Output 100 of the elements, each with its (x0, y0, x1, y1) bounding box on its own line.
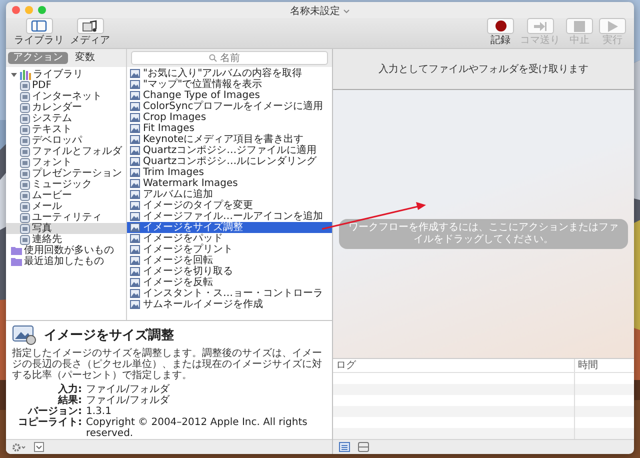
library-button[interactable] (26, 18, 52, 34)
record-icon (494, 20, 506, 32)
action-item[interactable]: "マップ"で位置情報を表示 (127, 79, 332, 90)
library-item[interactable]: カレンダー (6, 102, 126, 113)
action-item[interactable]: Keynoteにメディア項目を書き出す (127, 134, 332, 145)
action-item[interactable]: Change Type of Images (127, 90, 332, 101)
stop-icon (574, 20, 585, 32)
action-item[interactable]: アルバムに追加 (127, 189, 332, 200)
field-value: ファイル/フォルダ (86, 384, 171, 395)
library-item[interactable]: 連絡先 (6, 234, 126, 245)
library-item[interactable]: ミュージック (6, 179, 126, 190)
action-item[interactable]: イメージのタイプを変更 (127, 200, 332, 211)
image-icon (130, 256, 140, 265)
gear-icon[interactable] (12, 442, 26, 452)
field-label: バージョン: (26, 406, 82, 417)
image-icon (130, 245, 140, 254)
smart-folder-icon (11, 257, 22, 266)
action-item[interactable]: Quartzコンポジシ…ルにレンダリング (127, 156, 332, 167)
field-value: Copyright © 2004–2012 Apple Inc. All rights reserved. (86, 417, 308, 439)
resize-image-icon (12, 325, 36, 345)
image-icon (130, 234, 140, 243)
library-item[interactable]: テキスト (6, 124, 126, 135)
action-item[interactable]: Crop Images (127, 112, 332, 123)
library-item[interactable]: ファイルとフォルダ (6, 146, 126, 157)
image-icon (130, 113, 140, 122)
image-icon (130, 300, 140, 309)
disclosure-triangle-icon[interactable] (11, 72, 17, 78)
window-title[interactable]: 名称未設定 (290, 4, 340, 18)
library-item[interactable]: ムービー (6, 190, 126, 201)
action-item[interactable]: イメージを切り取る (127, 266, 332, 277)
image-icon (130, 223, 140, 232)
library-item[interactable]: ライブラリ (6, 69, 126, 80)
action-item[interactable]: イメージをサイズ調整 (127, 222, 332, 233)
field-label: コピーライト: (17, 417, 82, 430)
play-icon (608, 20, 618, 32)
search-field[interactable]: 名前 (131, 51, 328, 65)
action-item[interactable]: サムネールイメージを作成 (127, 299, 332, 310)
library-item[interactable]: メール (6, 201, 126, 212)
split-view-icon[interactable] (358, 442, 369, 452)
library-item[interactable]: インターネット (6, 91, 126, 102)
chevron-icon[interactable] (343, 8, 350, 14)
image-icon (130, 278, 140, 287)
library-item[interactable]: プレゼンテーション (6, 168, 126, 179)
image-icon (130, 135, 140, 144)
step-icon (533, 20, 547, 32)
smart-folder-icon (11, 246, 22, 255)
column-header[interactable]: ログ (333, 359, 575, 372)
record-label: 記録 (490, 35, 510, 46)
action-item[interactable]: Watermark Images (127, 178, 332, 189)
action-item[interactable]: イメージを回転 (127, 255, 332, 266)
image-icon (130, 102, 140, 111)
sidebar-icon (31, 20, 47, 32)
action-item[interactable]: イメージをプリント (127, 244, 332, 255)
list-view-icon[interactable] (339, 442, 350, 452)
field-value: ファイル/フォルダ (86, 395, 171, 406)
field-label: 結果: (58, 395, 82, 406)
image-icon (130, 124, 140, 133)
action-item[interactable]: Trim Images (127, 167, 332, 178)
music-note-icon (82, 20, 98, 32)
image-icon (130, 267, 140, 276)
action-description: 指定したイメージのサイズを調整します。調整後のサイズは、イメージの長辺の長さ（ピクセル単位）、または現在のイメージサイズに対する比率（パーセント）で指定します。 (12, 348, 323, 381)
search-input[interactable]: 名前 (220, 52, 250, 64)
media-button[interactable] (76, 18, 104, 34)
action-item[interactable]: イメージファイル…ールアイコンを追加 (127, 211, 332, 222)
image-icon (130, 289, 140, 298)
library-item[interactable]: 写真 (6, 223, 126, 234)
media-label: メディア (70, 35, 110, 46)
image-icon (130, 91, 140, 100)
zoom-button[interactable] (38, 6, 46, 14)
column-header[interactable]: 時間 (575, 359, 634, 372)
action-item[interactable]: Quartzコンポジシ…ジファイルに適用 (127, 145, 332, 156)
library-icon (20, 70, 31, 80)
library-item[interactable]: フォント (6, 157, 126, 168)
library-item[interactable]: PDF (6, 80, 126, 91)
close-button[interactable] (12, 6, 20, 14)
image-icon (130, 179, 140, 188)
library-item[interactable]: ユーティリティ (6, 212, 126, 223)
tab[interactable]: 変数 (70, 52, 100, 64)
search-icon (209, 54, 217, 62)
image-icon (130, 80, 140, 89)
collapse-icon[interactable] (34, 442, 44, 452)
action-item[interactable]: "お気に入り"アルバムの内容を取得 (127, 68, 332, 79)
library-item[interactable]: デベロッパ (6, 135, 126, 146)
action-item[interactable]: インスタント・ス…ョー・コントローラ (127, 288, 332, 299)
action-item[interactable]: ColorSyncプロフールをイメージに適用 (127, 101, 332, 112)
field-label: 入力: (58, 384, 82, 395)
image-icon (130, 168, 140, 177)
image-icon (130, 146, 140, 155)
field-value: 1.3.1 (86, 406, 112, 417)
library-item[interactable]: 最近追加したもの (6, 256, 126, 267)
image-icon (130, 190, 140, 199)
record-button[interactable] (487, 18, 514, 34)
action-item[interactable]: Fit Images (127, 123, 332, 134)
action-item[interactable]: イメージを反転 (127, 277, 332, 288)
image-icon (130, 69, 140, 78)
image-icon (130, 212, 140, 221)
library-item[interactable]: システム (6, 113, 126, 124)
library-item[interactable]: 使用回数が多いもの (6, 245, 126, 256)
action-item[interactable]: イメージをパッド (127, 233, 332, 244)
action-title: イメージをサイズ調整 (44, 326, 174, 344)
